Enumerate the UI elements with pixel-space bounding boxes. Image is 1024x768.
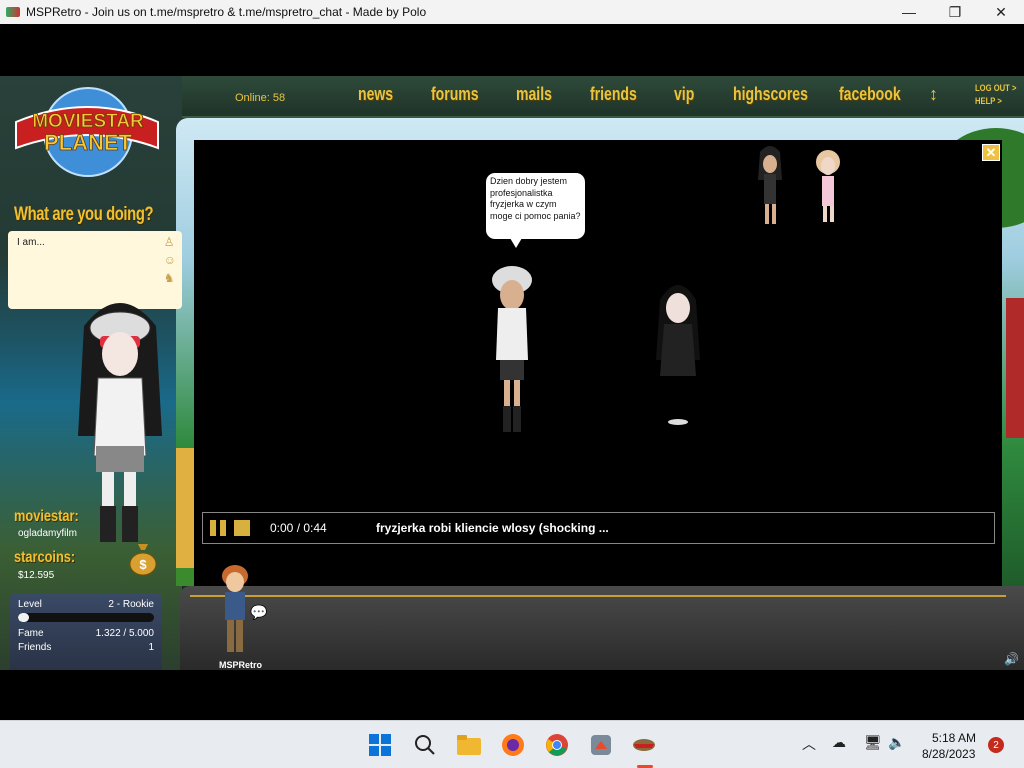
logo-text-top: MOVIESTAR (32, 111, 144, 132)
status-input-text: I am... (17, 237, 45, 248)
nav-friends[interactable]: friends (590, 84, 637, 105)
moviestar-planet-logo[interactable]: MOVIESTAR PLANET (12, 82, 162, 182)
notification-badge[interactable]: 2 (988, 737, 1004, 753)
network-icon[interactable]: 🖥 (864, 734, 882, 751)
username[interactable]: ogladamyfilm (18, 528, 77, 539)
speaker-icon[interactable]: 🔈 (888, 734, 905, 751)
mood-walk-icon[interactable]: ♙ (164, 235, 176, 249)
fame-value: 1.322 / 5.000 (95, 627, 154, 639)
mood-animal-icon[interactable]: ♞ (164, 271, 176, 285)
dock-avatar-name: MSPRetro (219, 660, 263, 670)
cloud-offline-icon[interactable]: ☁ (832, 734, 846, 751)
tray-overflow-icon[interactable]: ︿ (802, 734, 816, 754)
nav-facebook[interactable]: facebook (839, 84, 901, 105)
nav-highscores[interactable]: highscores (733, 84, 808, 105)
search-icon[interactable] (411, 731, 439, 759)
app-icon (6, 7, 20, 17)
dock-avatar[interactable] (218, 562, 252, 658)
clock-date[interactable]: 8/28/2023 (922, 747, 975, 761)
volume-icon[interactable]: 🔊 (1004, 652, 1019, 666)
close-player-button[interactable]: ✕ (982, 144, 1000, 161)
friends-label: Friends (18, 641, 52, 653)
background-character-2 (816, 150, 840, 222)
level-progress-bar (18, 613, 154, 622)
chat-bubble-icon[interactable]: 💬 (250, 604, 267, 621)
window-title: MSPRetro - Join us on t.me/mspretro & t.… (26, 5, 427, 19)
starcoins-value: $12.595 (18, 570, 55, 581)
background-character-1 (758, 146, 782, 224)
online-count: Online: 58 (235, 92, 286, 104)
maximize-button[interactable]: ❐ (932, 0, 978, 24)
mood-face-icon[interactable]: ☺ (164, 253, 176, 267)
bottom-dock (180, 586, 1024, 670)
playback-time: 0:00 / 0:44 (270, 521, 327, 535)
chrome-icon[interactable] (543, 731, 571, 759)
starcoins-label: starcoins: (14, 549, 76, 566)
account-links: LOG OUT > HELP > (975, 82, 1016, 108)
game-area: MOVIESTAR PLANET What are you doing? I a… (0, 76, 1024, 670)
level-progress-fill (18, 613, 29, 622)
nav-vip[interactable]: vip (674, 84, 694, 105)
speech-bubble: Dzien dobry jestem profesjonalistka fryz… (486, 173, 585, 248)
firefox-icon[interactable] (499, 731, 527, 759)
moneybag-icon[interactable]: $ (128, 540, 158, 576)
level-label: Level (18, 598, 42, 610)
nav-forums[interactable]: forums (431, 84, 479, 105)
logo-text-bottom: PLANET (44, 130, 133, 155)
window-titlebar: MSPRetro - Join us on t.me/mspretro & t.… (0, 0, 1024, 24)
video-title: fryzjerka robi kliencie wlosy (shocking … (376, 521, 609, 535)
player-controls: 0:00 / 0:44 fryzjerka robi kliencie wlos… (202, 512, 995, 544)
player-avatar[interactable] (78, 286, 162, 546)
nav-news[interactable]: news (358, 84, 393, 105)
start-icon[interactable] (366, 731, 394, 759)
moviestar-label: moviestar: (14, 508, 79, 525)
help-link[interactable]: HELP > (975, 95, 1016, 108)
file-explorer-icon[interactable] (455, 731, 483, 759)
friends-value: 1 (148, 641, 154, 653)
dock-divider (190, 595, 1006, 597)
stats-panel: Level 2 - Rookie Fame 1.322 / 5.000 Frie… (10, 593, 162, 670)
minimize-button[interactable]: — (886, 0, 932, 24)
stop-button[interactable] (234, 520, 250, 536)
video-player[interactable] (194, 140, 1002, 624)
app-launcher-icon[interactable] (587, 731, 615, 759)
hairdresser-character (492, 266, 532, 432)
resize-arrows-icon[interactable]: ↕ (929, 84, 938, 105)
close-window-button[interactable]: ✕ (978, 0, 1024, 24)
level-value: 2 - Rookie (108, 598, 154, 610)
mspretro-taskbar-icon[interactable] (630, 731, 658, 759)
pause-button[interactable] (210, 520, 226, 536)
logout-link[interactable]: LOG OUT > (975, 82, 1016, 95)
fame-label: Fame (18, 627, 44, 639)
client-character (656, 285, 700, 425)
clock-time[interactable]: 5:18 AM (932, 731, 976, 745)
status-mood-icons: ♙ ☺ ♞ (164, 235, 176, 285)
nav-mails[interactable]: mails (516, 84, 552, 105)
video-frame (492, 146, 840, 432)
status-prompt: What are you doing? (14, 204, 154, 225)
svg-text:$: $ (139, 557, 147, 572)
